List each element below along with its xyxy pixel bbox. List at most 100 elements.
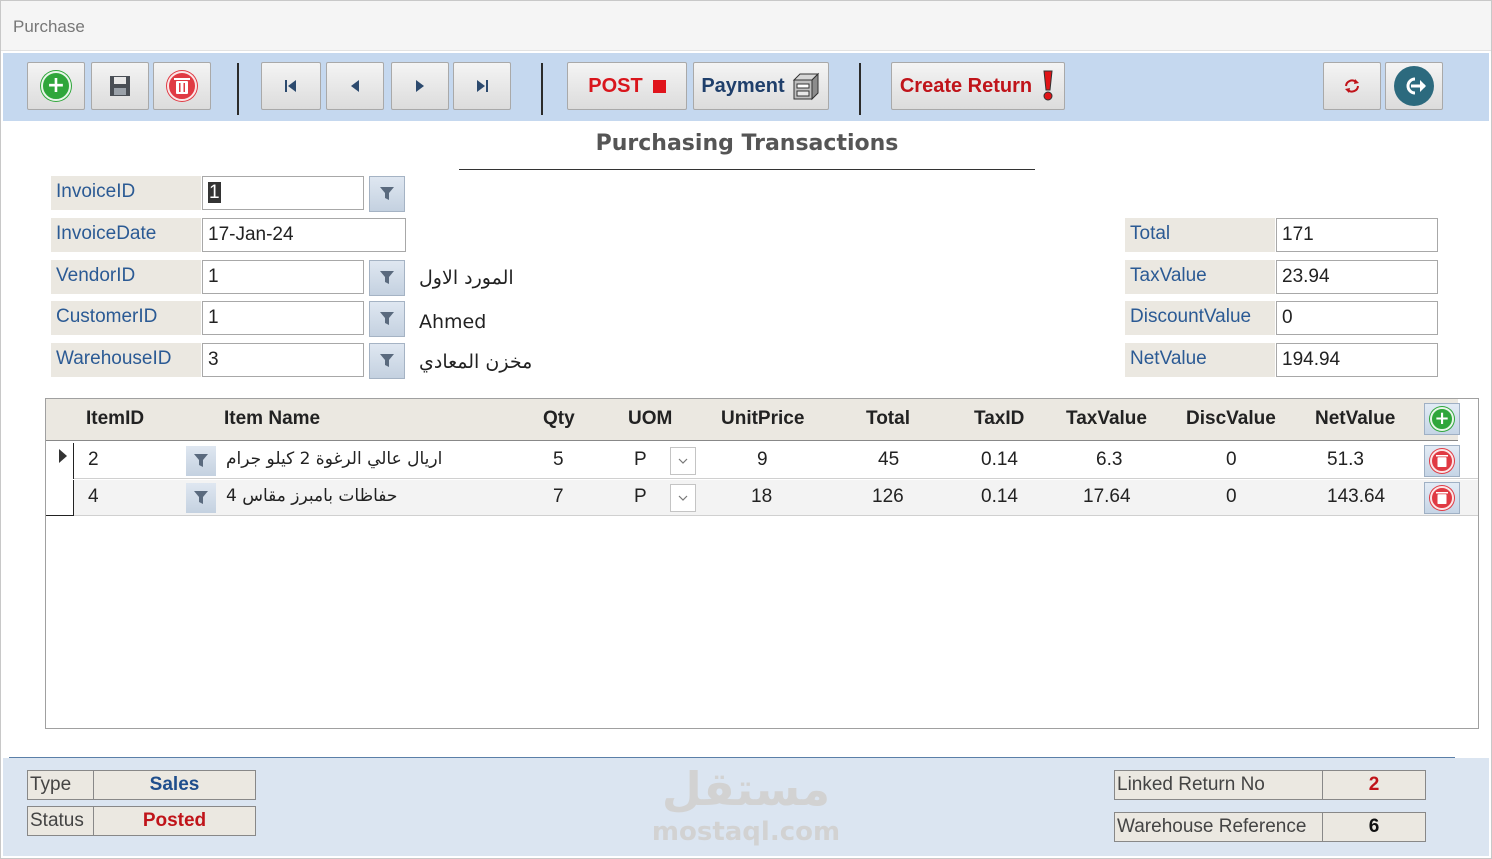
cell-item-id[interactable]: 2 (88, 449, 99, 471)
uom-dropdown-button[interactable] (670, 484, 696, 512)
cell-item-name[interactable]: اريال عالي الرغوة 2 كيلو جرام (226, 449, 442, 469)
vendor-name: المورد الاول (419, 267, 514, 289)
cell-qty[interactable]: 5 (553, 449, 564, 471)
delete-button[interactable] (153, 62, 211, 110)
col-disc-value: DiscValue (1186, 408, 1276, 429)
status-label: Status (27, 806, 94, 836)
cell-uom[interactable]: P (634, 449, 647, 471)
item-filter-button[interactable] (186, 483, 216, 513)
warehouse-reference-value[interactable]: 6 (1322, 812, 1426, 842)
col-item-id: ItemID (86, 408, 145, 429)
add-row-button[interactable]: + (1424, 403, 1460, 435)
title-underline (459, 169, 1035, 170)
previous-record-icon (351, 80, 359, 92)
previous-record-button[interactable] (326, 62, 384, 110)
vendor-id-field[interactable]: 1 (202, 260, 364, 294)
type-value: Sales (93, 770, 256, 800)
payment-button[interactable]: Payment (693, 62, 829, 110)
invoice-id-field[interactable]: 1 (202, 176, 364, 210)
cell-disc-value[interactable]: 0 (1226, 486, 1237, 508)
filter-icon (194, 491, 208, 504)
tax-value-field[interactable]: 23.94 (1276, 260, 1438, 294)
customer-id-filter-button[interactable] (369, 301, 405, 337)
delete-row-button[interactable] (1424, 445, 1460, 477)
invoice-id-value: 1 (208, 182, 221, 203)
row-selector[interactable] (46, 443, 74, 479)
warehouse-id-field[interactable]: 3 (202, 343, 364, 377)
col-net-value: NetValue (1315, 408, 1396, 429)
vendor-id-filter-button[interactable] (369, 260, 405, 296)
create-return-button[interactable]: Create Return (891, 62, 1065, 110)
customer-id-field[interactable]: 1 (202, 301, 364, 335)
exit-button[interactable] (1385, 62, 1443, 110)
cell-unit-price[interactable]: 18 (751, 486, 772, 508)
row-selector[interactable] (46, 480, 74, 516)
cell-qty[interactable]: 7 (553, 486, 564, 508)
uom-dropdown-button[interactable] (670, 447, 696, 475)
invoice-date-field[interactable]: 17-Jan-24 (202, 218, 406, 252)
save-button[interactable] (91, 62, 149, 110)
exit-icon (1394, 66, 1434, 106)
discount-value-field[interactable]: 0 (1276, 301, 1438, 335)
add-record-button[interactable]: + (27, 62, 85, 110)
last-record-icon (477, 80, 488, 92)
cell-item-name[interactable]: حفاظات بامبرز مقاس 4 (226, 486, 397, 506)
filter-icon (380, 187, 394, 200)
filter-icon (194, 454, 208, 467)
discount-value-label: DiscountValue (1125, 301, 1275, 335)
toolbar-separator (237, 63, 239, 115)
last-record-button[interactable] (453, 62, 511, 110)
total-field[interactable]: 171 (1276, 218, 1438, 252)
watermark-arabic: مستقل (661, 762, 831, 816)
cell-net-value[interactable]: 51.3 (1327, 449, 1364, 471)
cell-item-id[interactable]: 4 (88, 486, 99, 508)
type-label: Type (27, 770, 94, 800)
items-grid: ItemID Item Name Qty UOM UnitPrice Total… (45, 398, 1479, 729)
exclamation-icon (1043, 70, 1053, 101)
col-qty: Qty (543, 408, 575, 429)
cell-unit-price[interactable]: 9 (757, 449, 768, 471)
toolbar-separator (541, 63, 543, 115)
cell-tax-id[interactable]: 0.14 (981, 449, 1018, 471)
linked-return-value[interactable]: 2 (1322, 770, 1426, 800)
invoice-id-label: InvoiceID (51, 176, 201, 210)
table-row[interactable]: 4 حفاظات بامبرز مقاس 4 7 P 18 126 0.14 1… (46, 480, 1478, 516)
cell-total[interactable]: 45 (878, 449, 899, 471)
toolbar-separator (859, 63, 861, 115)
cell-net-value[interactable]: 143.64 (1327, 486, 1385, 508)
warehouse-reference-label: Warehouse Reference (1114, 812, 1323, 842)
title-bar: Purchase (1, 1, 1491, 51)
payment-label: Payment (701, 74, 785, 97)
warehouse-name: مخزن المعادي (419, 351, 533, 373)
cell-total[interactable]: 126 (872, 486, 904, 508)
table-row[interactable]: 2 اريال عالي الرغوة 2 كيلو جرام 5 P 9 45… (46, 443, 1478, 479)
refresh-icon (1345, 79, 1359, 93)
warehouse-id-filter-button[interactable] (369, 343, 405, 379)
tax-value-label: TaxValue (1125, 260, 1275, 294)
post-button[interactable]: POST (567, 62, 687, 110)
cell-tax-id[interactable]: 0.14 (981, 486, 1018, 508)
filter-icon (380, 354, 394, 367)
trash-icon (1430, 486, 1454, 510)
cell-tax-value[interactable]: 17.64 (1083, 486, 1131, 508)
next-record-button[interactable] (391, 62, 449, 110)
item-filter-button[interactable] (186, 446, 216, 476)
current-row-icon (59, 449, 67, 463)
chevron-down-icon (678, 458, 688, 464)
first-record-button[interactable] (261, 62, 321, 110)
cash-register-icon (792, 72, 819, 101)
cell-tax-value[interactable]: 6.3 (1096, 449, 1122, 471)
cell-uom[interactable]: P (634, 486, 647, 508)
delete-row-button[interactable] (1424, 482, 1460, 514)
create-return-label: Create Return (899, 74, 1033, 97)
refresh-button[interactable] (1323, 62, 1381, 110)
total-label: Total (1125, 218, 1275, 252)
grid-header: ItemID Item Name Qty UOM UnitPrice Total… (46, 399, 1460, 441)
form-title: Purchasing Transactions (595, 131, 899, 156)
linked-return-label: Linked Return No (1114, 770, 1323, 800)
net-value-field[interactable]: 194.94 (1276, 343, 1438, 377)
plus-icon: + (41, 71, 71, 101)
customer-name: Ahmed (419, 311, 487, 333)
cell-disc-value[interactable]: 0 (1226, 449, 1237, 471)
invoice-id-filter-button[interactable] (369, 176, 405, 212)
